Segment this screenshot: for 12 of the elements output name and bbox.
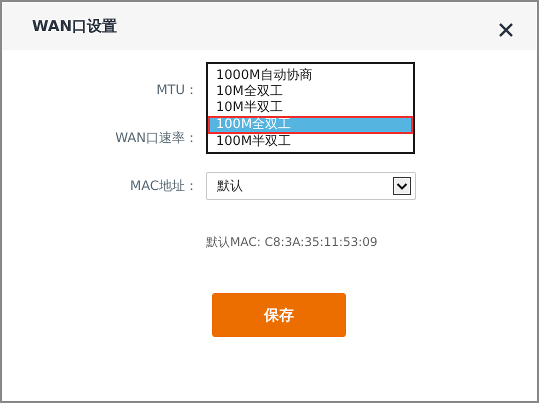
dropdown-option[interactable]: 10M全双工 (208, 84, 413, 100)
close-icon[interactable] (497, 21, 515, 39)
dropdown-option[interactable]: 10M半双工 (208, 100, 413, 116)
dropdown-option[interactable]: 100M半双工 (208, 134, 413, 150)
field-label: WAN口速率： (115, 130, 198, 147)
dropdown-option[interactable]: 1000M自动协商 (208, 68, 413, 84)
mac-select[interactable]: 默认 (206, 172, 416, 200)
caret-icon (393, 177, 411, 195)
dialog-title: WAN口设置 (32, 16, 118, 36)
mac-hint: 默认MAC: C8:3A:35:11:53:09 (206, 234, 379, 251)
field-label: MTU： (156, 82, 198, 99)
field-label: MAC地址： (130, 178, 198, 195)
